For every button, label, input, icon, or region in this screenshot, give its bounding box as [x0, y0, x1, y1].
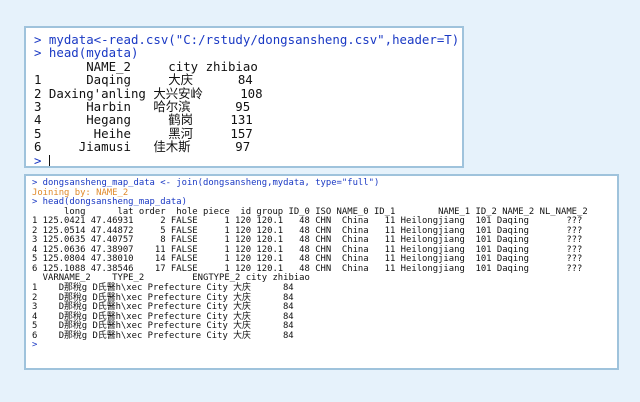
output-row: 4 Hegang 鹤岗 131 — [34, 112, 253, 128]
output-row: 6 Jiamusi 佳木斯 97 — [34, 139, 251, 155]
console-command-head: > head(mydata) — [34, 45, 139, 61]
r-console-top[interactable]: > mydata<-read.csv("C:/rstudy/dongsanshe… — [24, 26, 464, 168]
console-prompt: > — [34, 152, 49, 168]
text-cursor — [48, 154, 50, 166]
output-row: 6 D那稅g D氏醫h\xec Prefecture City 大庆 84 — [32, 330, 294, 341]
console-command-read-csv: > mydata<-read.csv("C:/rstudy/dongsanshe… — [34, 32, 460, 47]
output-row: 2 Daxing'anling 大兴安岭 108 — [34, 85, 263, 101]
output-header-row: NAME_2 city zhibiao — [34, 58, 258, 74]
output-row: 5 Heihe 黑河 157 — [34, 125, 253, 141]
output-row: 1 Daqing 大庆 84 — [34, 72, 253, 88]
r-console-bottom[interactable]: > dongsansheng_map_data <- join(dongsans… — [24, 174, 619, 370]
output-row: 3 Harbin 哈尔滨 95 — [34, 99, 251, 115]
console-prompt[interactable]: > — [32, 341, 611, 351]
console-input-line[interactable]: > — [34, 152, 454, 168]
